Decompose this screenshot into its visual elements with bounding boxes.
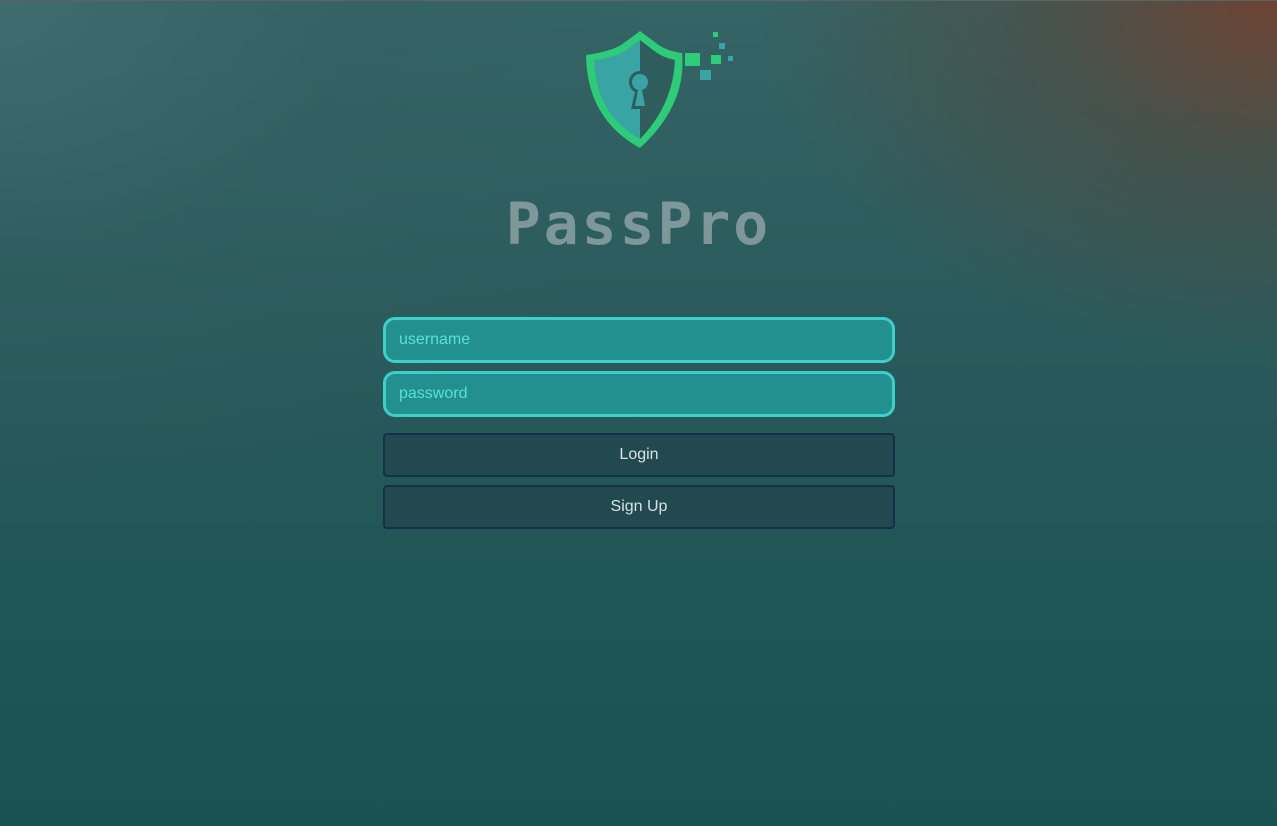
password-input[interactable] xyxy=(383,371,895,417)
passpro-logo xyxy=(583,27,738,153)
shield-keyhole-icon xyxy=(586,31,733,148)
window-top-border xyxy=(0,0,1277,1)
username-input[interactable] xyxy=(383,317,895,363)
app-title: PassPro xyxy=(505,190,772,258)
login-form: Login Sign Up xyxy=(383,317,895,529)
signup-button[interactable]: Sign Up xyxy=(383,485,895,529)
login-button[interactable]: Login xyxy=(383,433,895,477)
